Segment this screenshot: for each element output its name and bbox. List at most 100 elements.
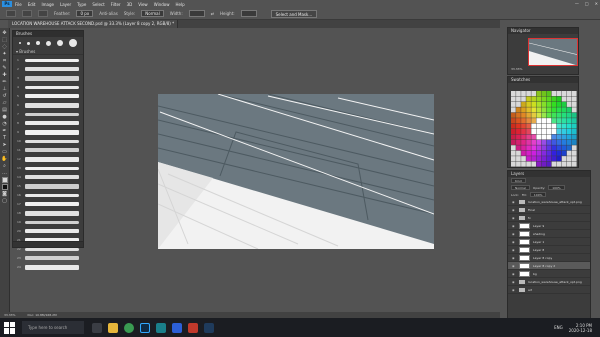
zoom-tool-icon[interactable]: ⌕	[1, 163, 8, 169]
color-swatch[interactable]	[531, 107, 536, 113]
brush-preset-dot[interactable]	[19, 42, 21, 44]
color-swatch[interactable]	[541, 96, 547, 102]
layer-group-row[interactable]: ◉ location_warehouse_attack_opt.png	[508, 278, 590, 286]
color-swatch[interactable]	[531, 101, 536, 107]
layer-kind-filter[interactable]: Kind	[511, 178, 526, 183]
eraser-tool-icon[interactable]: ▱	[1, 100, 8, 106]
color-swatch[interactable]	[561, 145, 567, 151]
color-swatch[interactable]	[551, 96, 557, 102]
brush-preset-row[interactable]: 5	[17, 93, 79, 99]
color-swatch[interactable]	[521, 129, 526, 135]
color-swatch[interactable]	[571, 123, 577, 129]
visibility-eye-icon[interactable]: ◉	[512, 264, 516, 268]
color-swatch[interactable]	[551, 139, 557, 145]
color-swatch[interactable]	[546, 139, 552, 145]
brush-preset-row[interactable]: 3	[17, 75, 79, 81]
color-swatch[interactable]	[516, 118, 521, 124]
color-swatch[interactable]	[516, 123, 521, 129]
select-and-mask-button[interactable]: Select and Mask...	[270, 9, 318, 18]
layer-group-row[interactable]: ◉ location_warehouse_attack_opt.png	[508, 198, 590, 206]
color-swatch[interactable]	[541, 145, 547, 151]
layer-row[interactable]: ◉ Layer 1	[508, 238, 590, 246]
fill-field[interactable]: 100%	[529, 192, 547, 197]
color-swatch[interactable]	[551, 101, 557, 107]
color-swatch[interactable]	[511, 91, 516, 97]
visibility-eye-icon[interactable]: ◉	[512, 280, 516, 284]
color-swatch[interactable]	[526, 129, 531, 135]
pen-tool-icon[interactable]: ✒	[1, 128, 8, 134]
menu-help[interactable]: Help	[175, 2, 184, 7]
color-swatch[interactable]	[571, 161, 577, 167]
color-swatch[interactable]	[541, 107, 547, 113]
color-swatch[interactable]	[531, 145, 536, 151]
new-selection-icon[interactable]	[22, 10, 32, 17]
brush-preset-dot[interactable]	[27, 41, 30, 45]
color-swatch[interactable]	[531, 156, 536, 162]
color-swatch[interactable]	[561, 101, 567, 107]
color-swatch[interactable]	[551, 129, 557, 135]
brush-preset-dot[interactable]	[57, 40, 63, 46]
layer-group-row[interactable]: ◉ art	[508, 286, 590, 294]
visibility-eye-icon[interactable]: ◉	[512, 248, 516, 252]
color-swatch[interactable]	[571, 156, 577, 162]
color-swatch[interactable]	[556, 145, 562, 151]
color-swatch[interactable]	[546, 118, 552, 124]
clone-stamp-icon[interactable]: ⊥	[1, 86, 8, 92]
color-swatch[interactable]	[566, 96, 572, 102]
photoshop-taskbar-icon[interactable]	[140, 322, 150, 333]
layer-group-row[interactable]: ◉ fx	[508, 214, 590, 222]
color-swatch[interactable]	[516, 129, 521, 135]
color-swatch[interactable]	[511, 161, 516, 167]
color-swatch[interactable]	[541, 139, 547, 145]
color-swatch[interactable]	[531, 139, 536, 145]
steam-icon[interactable]	[204, 322, 214, 333]
healing-brush-icon[interactable]: ✚	[1, 72, 8, 78]
color-swatch[interactable]	[531, 150, 536, 156]
app-icon-teal[interactable]	[156, 322, 166, 333]
visibility-eye-icon[interactable]: ◉	[512, 240, 516, 244]
color-swatch[interactable]	[556, 129, 562, 135]
color-swatch[interactable]	[571, 107, 577, 113]
layer-row[interactable]: ◉ bg	[508, 270, 590, 278]
color-swatch[interactable]	[561, 107, 567, 113]
dodge-tool-icon[interactable]: ◔	[1, 121, 8, 127]
move-tool-icon[interactable]: ✥	[1, 30, 8, 36]
color-swatch[interactable]	[566, 150, 572, 156]
lasso-tool-icon[interactable]: ◌	[1, 44, 8, 50]
opacity-field[interactable]: 100%	[548, 185, 565, 190]
color-swatch[interactable]	[571, 91, 577, 97]
visibility-eye-icon[interactable]: ◉	[512, 200, 516, 204]
color-swatch[interactable]	[556, 91, 562, 97]
color-swatch[interactable]	[566, 123, 572, 129]
marquee-tool-icon[interactable]: ⬚	[1, 37, 8, 43]
color-swatch[interactable]	[561, 112, 567, 118]
layer-row[interactable]: ◉ Layer 8	[508, 246, 590, 254]
brush-preset-row[interactable]: 16	[17, 192, 79, 198]
color-swatch[interactable]	[516, 112, 521, 118]
visibility-eye-icon[interactable]: ◉	[512, 256, 516, 260]
color-swatch[interactable]	[521, 134, 526, 140]
color-swatch[interactable]	[546, 101, 552, 107]
width-field[interactable]	[188, 10, 205, 17]
chrome-icon[interactable]	[124, 322, 134, 333]
color-swatch[interactable]	[556, 118, 562, 124]
more-tools-icon[interactable]: …	[1, 170, 8, 176]
color-swatch[interactable]	[541, 150, 547, 156]
color-swatch[interactable]	[526, 112, 531, 118]
navigator-thumbnail[interactable]	[528, 38, 578, 66]
color-swatch[interactable]	[571, 134, 577, 140]
color-swatch[interactable]	[556, 101, 562, 107]
minimize-button[interactable]: —	[575, 1, 579, 6]
menu-layer[interactable]: Layer	[60, 2, 71, 7]
color-swatch[interactable]	[566, 129, 572, 135]
color-swatch[interactable]	[561, 129, 567, 135]
screen-mode-icon[interactable]: ▢	[1, 198, 8, 204]
color-swatch[interactable]	[546, 91, 552, 97]
color-swatch[interactable]	[511, 107, 516, 113]
color-swatch[interactable]	[561, 96, 567, 102]
color-swatch[interactable]	[556, 139, 562, 145]
add-selection-icon[interactable]	[38, 10, 48, 17]
visibility-eye-icon[interactable]: ◉	[512, 232, 516, 236]
color-swatch[interactable]	[521, 156, 526, 162]
color-swatch[interactable]	[571, 150, 577, 156]
